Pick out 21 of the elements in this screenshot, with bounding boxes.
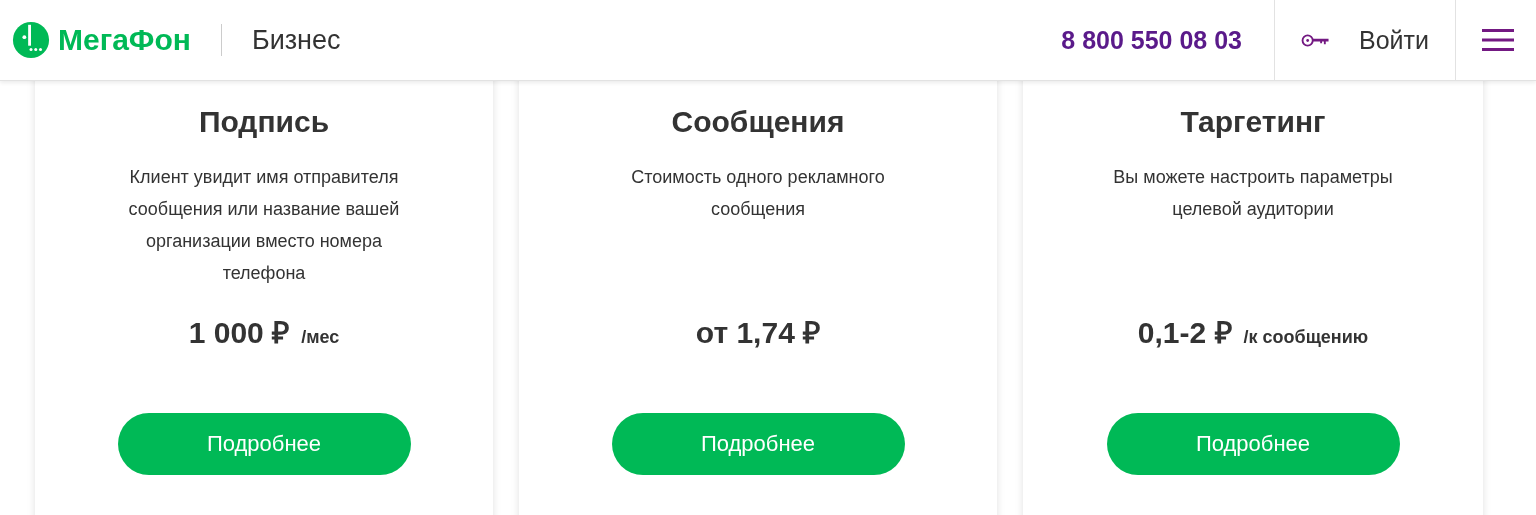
card-description: Стоимость одного рекламного сообщения: [630, 166, 886, 221]
menu-icon[interactable]: [1482, 28, 1514, 52]
price-unit: /к сообщению: [1243, 327, 1369, 348]
card-title: Таргетинг: [1180, 105, 1326, 139]
price: 1 000 ₽: [188, 315, 290, 351]
card-description: Клиент увидит имя отправителя сообщения или название вашей организации вместо номера телефона: [127, 166, 401, 285]
card-title: Сообщения: [671, 105, 845, 139]
card-title: Подпись: [198, 105, 330, 139]
section-link[interactable]: Бизнес: [251, 24, 341, 56]
logo-icon[interactable]: [12, 21, 50, 59]
logo-text[interactable]: МегаФон: [58, 23, 191, 57]
price-unit: /мес: [301, 327, 340, 348]
details-button[interactable]: Подробнее: [611, 413, 905, 475]
details-button[interactable]: Подробнее: [1106, 413, 1400, 475]
price: 0,1-2 ₽: [1137, 315, 1232, 351]
details-button[interactable]: Подробнее: [117, 413, 411, 475]
login-button[interactable]: Войти: [1301, 25, 1429, 55]
phone-link[interactable]: 8 800 550 08 03: [1061, 25, 1275, 55]
card-description: Вы можете настроить параметры целевой аудитории: [1112, 166, 1394, 221]
price: от 1,74 ₽: [695, 315, 821, 351]
key-icon: [1301, 33, 1332, 47]
